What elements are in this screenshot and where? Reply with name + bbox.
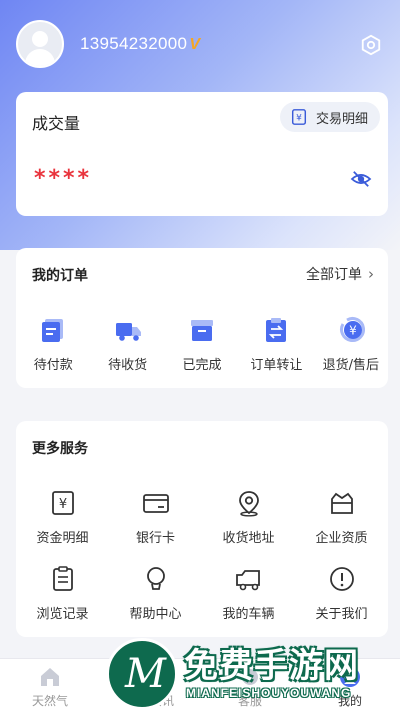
location-icon xyxy=(238,491,259,517)
service-about-us[interactable]: 关于我们 xyxy=(295,565,388,622)
vip-badge: V xyxy=(189,36,201,53)
service-history[interactable]: 浏览记录 xyxy=(16,565,109,622)
service-label: 我的车辆 xyxy=(222,607,275,622)
service-label: 帮助中心 xyxy=(129,607,182,622)
truck-icon xyxy=(115,323,141,341)
order-label: 已完成 xyxy=(182,358,222,373)
orders-card: 我的订单 全部订单 › 待付款 待收货 已完成 订单转让 ¥ 退货/售后 xyxy=(16,248,388,388)
service-label: 银行卡 xyxy=(135,531,175,546)
box-icon xyxy=(190,320,213,341)
services-title: 更多服务 xyxy=(32,441,88,457)
history-icon xyxy=(52,566,73,591)
order-label: 订单转让 xyxy=(250,358,303,373)
services-row-1: ¥ 资金明细 银行卡 收货地址 企业资质 xyxy=(16,489,388,546)
vehicle-icon xyxy=(235,570,260,591)
service-label: 浏览记录 xyxy=(36,607,89,622)
refund-icon: ¥ xyxy=(339,317,365,342)
svg-text:¥: ¥ xyxy=(58,497,66,512)
all-orders-label: 全部订单 xyxy=(306,267,362,283)
trade-detail-button[interactable]: ¥ 交易明细 xyxy=(279,102,380,132)
volume-card: 成交量 ¥ 交易明细 **** xyxy=(16,92,388,216)
profile-header[interactable]: 13954232000 V xyxy=(16,20,200,68)
service-label: 企业资质 xyxy=(315,531,368,546)
order-label: 退货/售后 xyxy=(322,358,379,373)
eye-hidden-icon[interactable] xyxy=(350,170,372,188)
order-label: 待付款 xyxy=(33,358,73,373)
trade-detail-label: 交易明细 xyxy=(315,111,368,127)
orders-grid: 待付款 待收货 已完成 订单转让 ¥ 退货/售后 xyxy=(16,316,388,373)
order-transfer[interactable]: 订单转让 xyxy=(239,316,313,373)
pending-payment-icon xyxy=(42,319,64,342)
service-label: 关于我们 xyxy=(315,607,368,622)
order-pending-payment[interactable]: 待付款 xyxy=(16,316,90,373)
tab-natural-gas[interactable]: 天然气 xyxy=(0,659,100,711)
order-pending-receipt[interactable]: 待收货 xyxy=(90,316,164,373)
watermark-overlay: M 免费手游网 MIANFEISHOUYOUWANG xyxy=(100,632,400,711)
settings-icon[interactable] xyxy=(360,34,382,56)
watermark-title: 免费手游网 xyxy=(184,646,359,686)
transfer-icon xyxy=(266,318,287,342)
order-completed[interactable]: 已完成 xyxy=(165,316,239,373)
service-label: 收货地址 xyxy=(222,531,275,546)
ledger-icon: ¥ xyxy=(291,109,307,125)
chevron-right-icon: › xyxy=(368,265,374,283)
volume-title: 成交量 xyxy=(32,114,81,133)
service-funds-detail[interactable]: ¥ 资金明细 xyxy=(16,489,109,546)
phone-number: 13954232000 V xyxy=(80,34,201,53)
order-label: 待收货 xyxy=(108,358,148,373)
service-enterprise[interactable]: 企业资质 xyxy=(295,489,388,546)
service-bank-card[interactable]: 银行卡 xyxy=(109,489,202,546)
watermark-subtitle: MIANFEISHOUYOUWANG xyxy=(186,686,352,700)
enterprise-icon xyxy=(330,492,353,514)
svg-text:¥: ¥ xyxy=(349,324,357,338)
service-help-center[interactable]: 帮助中心 xyxy=(109,565,202,622)
tab-label: 天然气 xyxy=(31,694,68,708)
about-icon xyxy=(329,567,354,591)
home-icon xyxy=(41,668,59,686)
services-row-2: 浏览记录 帮助中心 我的车辆 关于我们 xyxy=(16,565,388,622)
all-orders-link[interactable]: 全部订单 › xyxy=(306,264,374,284)
services-card: 更多服务 ¥ 资金明细 银行卡 收货地址 企业资质 浏览记录 帮助中心 我的车辆… xyxy=(16,421,388,637)
help-icon xyxy=(146,567,165,590)
funds-icon: ¥ xyxy=(51,491,74,515)
masked-volume-value: **** xyxy=(34,166,93,191)
bank-card-icon xyxy=(142,494,169,513)
service-label: 资金明细 xyxy=(36,531,89,546)
service-address[interactable]: 收货地址 xyxy=(202,489,295,546)
orders-title: 我的订单 xyxy=(32,268,88,284)
order-refund[interactable]: ¥ 退货/售后 xyxy=(314,316,388,373)
watermark-logo-icon: M xyxy=(106,638,178,710)
avatar[interactable] xyxy=(16,20,64,68)
svg-text:¥: ¥ xyxy=(296,114,302,124)
service-my-vehicle[interactable]: 我的车辆 xyxy=(202,565,295,622)
